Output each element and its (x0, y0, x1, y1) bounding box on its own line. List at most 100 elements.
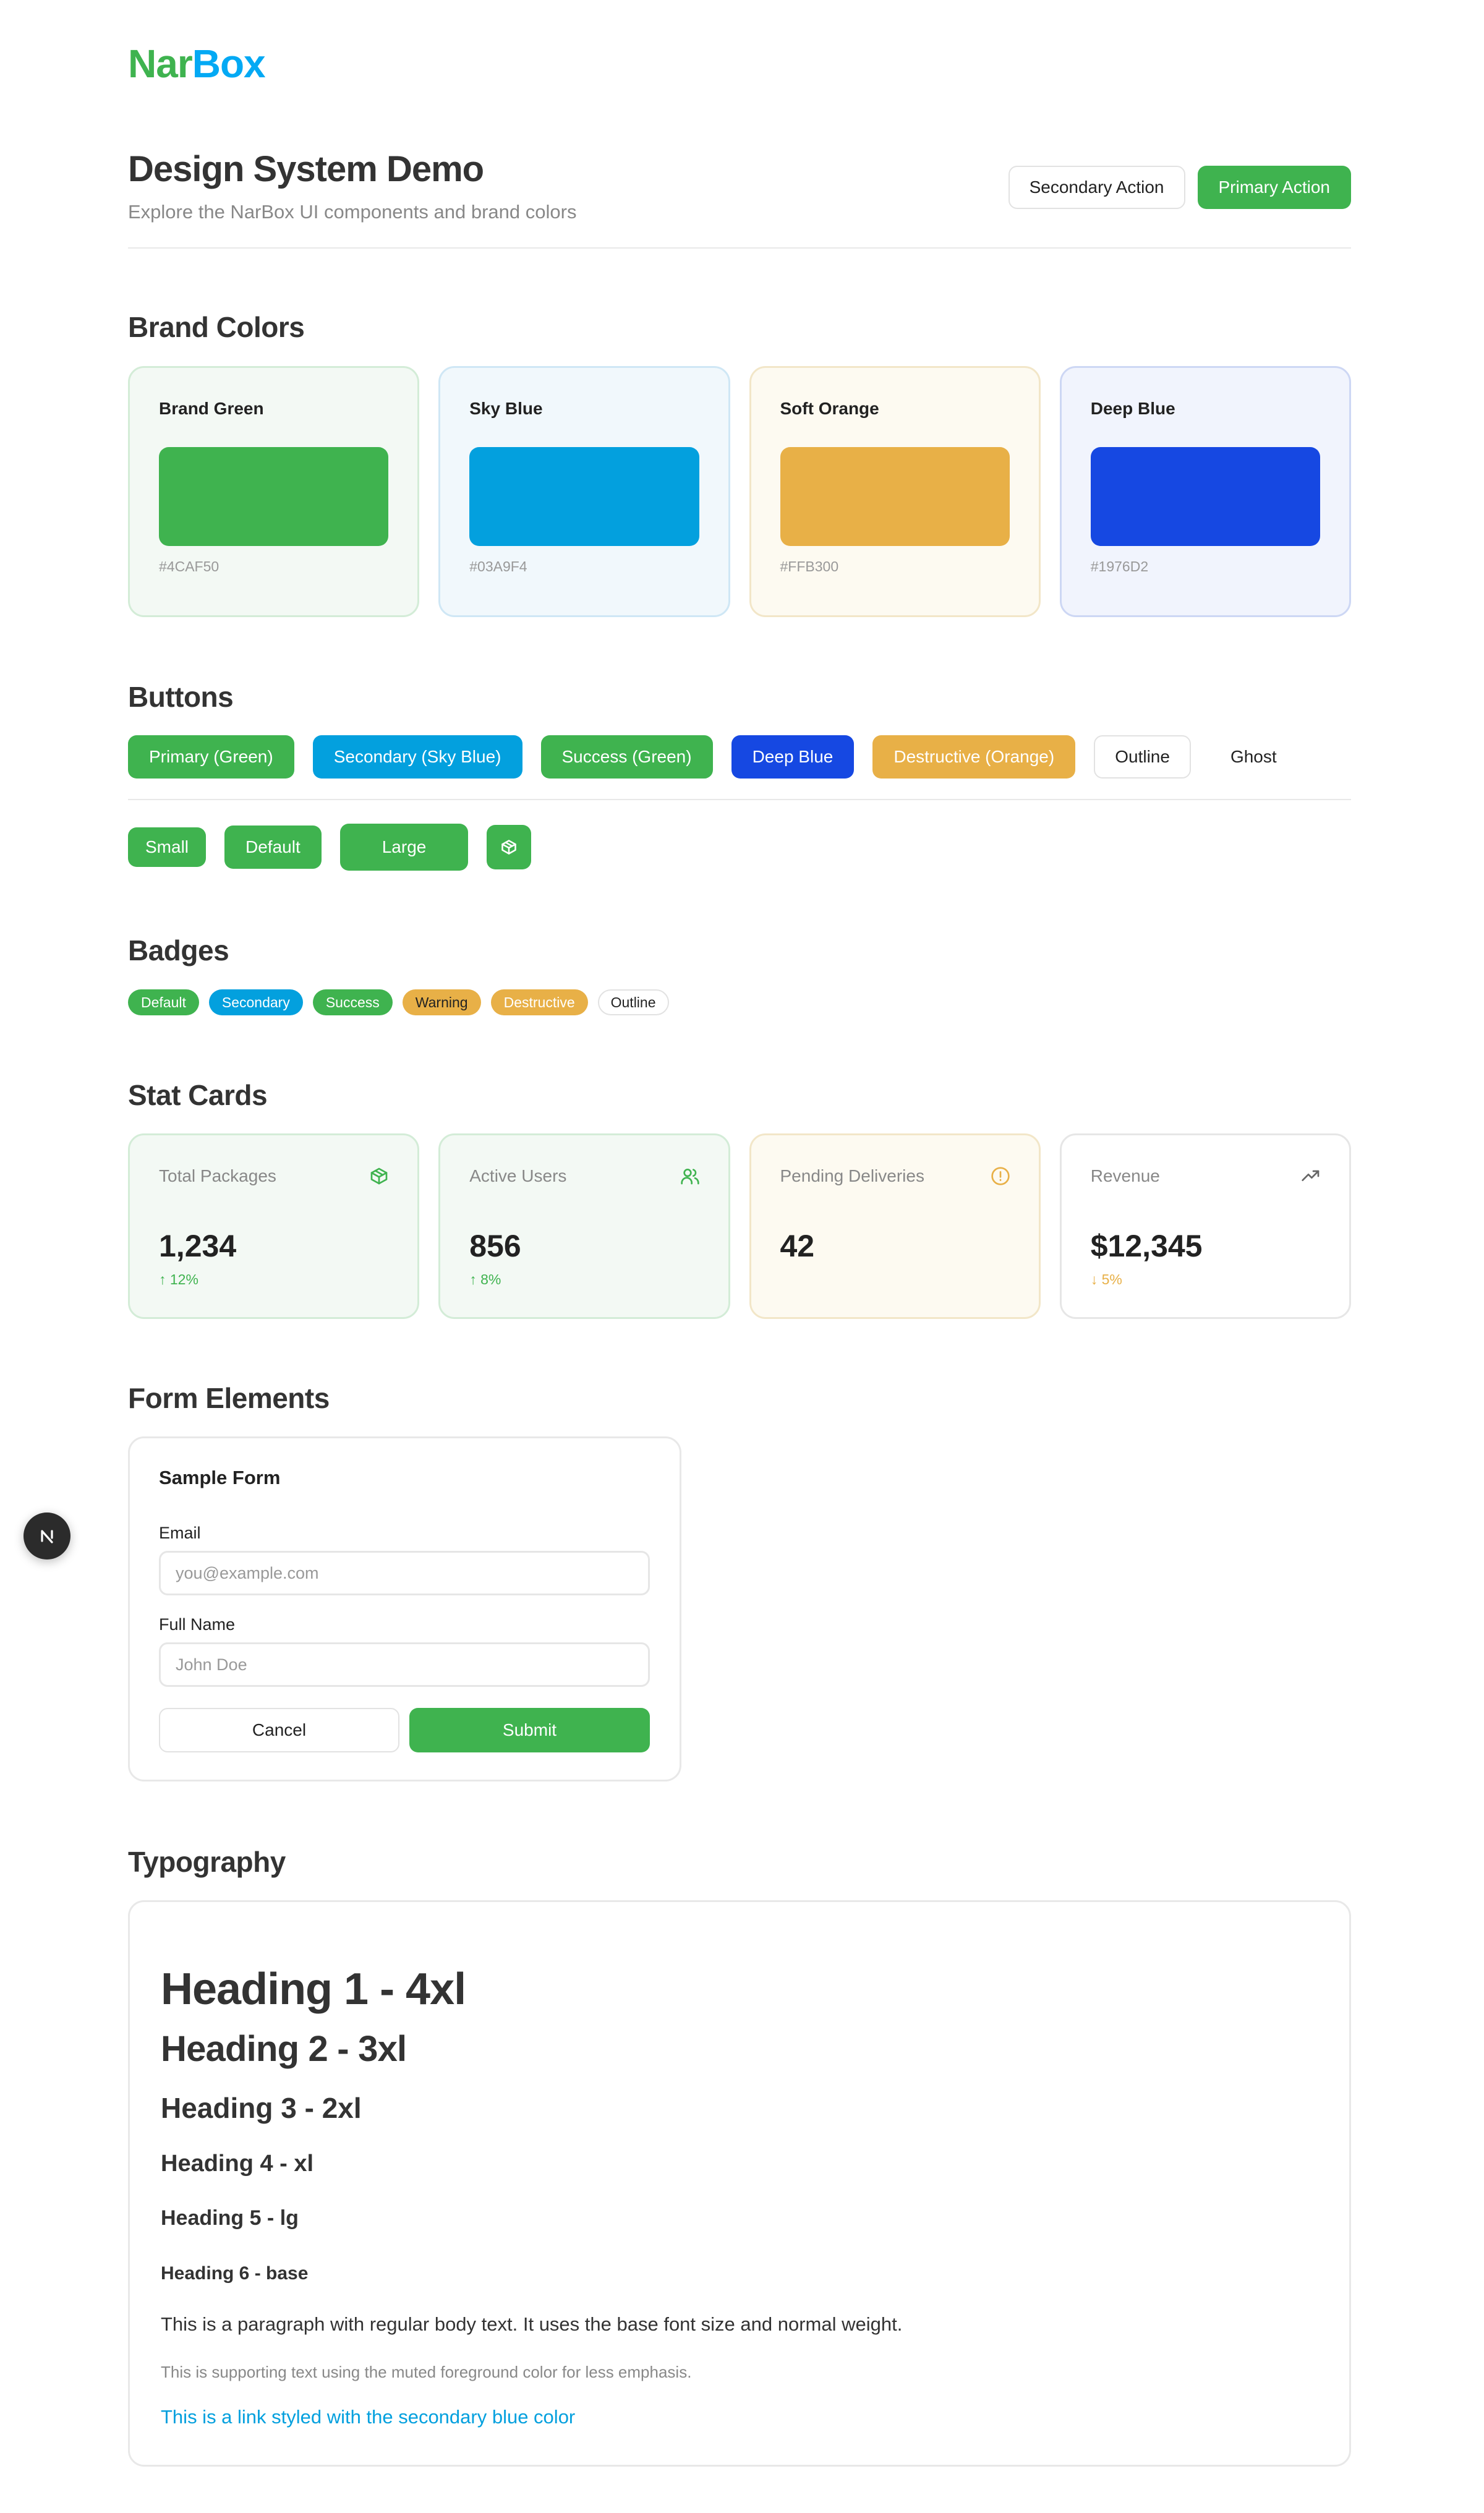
trending-up-icon (1302, 1170, 1320, 1181)
package-icon (370, 1167, 388, 1185)
badge-secondary: Secondary (208, 989, 303, 1015)
color-hex: #FFB300 (780, 558, 839, 574)
button-sizes-row: Small Default Large (128, 824, 532, 871)
stat-change-value: 5% (1101, 1271, 1122, 1287)
success-green-button[interactable]: Success (Green) (540, 735, 713, 779)
cancel-button[interactable]: Cancel (159, 1708, 399, 1752)
heading-5-sample: Heading 5 - lg (161, 2206, 299, 2230)
heading-2-sample: Heading 2 - 3xl (161, 2029, 407, 2069)
alert-circle-icon (991, 1167, 1010, 1185)
color-hex: #03A9F4 (469, 558, 527, 574)
stat-label: Total Packages (159, 1166, 276, 1185)
stat-value: 856 (469, 1229, 521, 1263)
stat-change: ↑ 12% (159, 1271, 198, 1288)
heading-3-sample: Heading 3 - 2xl (161, 2092, 362, 2124)
muted-text-sample: This is supporting text using the muted … (161, 2363, 692, 2381)
page-subtitle: Explore the NarBox UI components and bra… (128, 201, 577, 223)
color-card-soft-orange: Soft Orange #FFB300 (749, 366, 1041, 617)
badge-success: Success (312, 989, 393, 1015)
color-name: Deep Blue (1090, 399, 1175, 418)
deep-blue-button[interactable]: Deep Blue (731, 735, 855, 779)
color-hex: #1976D2 (1090, 558, 1149, 574)
stat-cards-grid: Total Packages 1,234 ↑ 12% Active Users … (128, 1133, 1351, 1319)
submit-button[interactable]: Submit (409, 1708, 650, 1752)
heading-4-sample: Heading 4 - xl (161, 2151, 314, 2177)
package-icon (501, 840, 517, 855)
color-card-brand-green: Brand Green #4CAF50 (128, 366, 420, 617)
stat-value: $12,345 (1090, 1229, 1203, 1263)
badge-outline: Outline (597, 989, 669, 1015)
stat-label: Revenue (1090, 1166, 1160, 1185)
color-name: Brand Green (159, 399, 264, 418)
buttons-divider (128, 799, 1351, 800)
form-title: Sample Form (159, 1467, 281, 1488)
color-swatch (1090, 447, 1320, 546)
button-variants-row: Primary (Green) Secondary (Sky Blue) Suc… (128, 735, 1298, 779)
logo-part-box: Box (192, 41, 266, 86)
body-text-sample: This is a paragraph with regular body te… (161, 2313, 903, 2335)
color-name: Soft Orange (780, 399, 879, 418)
small-button[interactable]: Small (128, 827, 207, 867)
header-divider (128, 247, 1351, 249)
large-button[interactable]: Large (339, 824, 469, 871)
typography-card: Heading 1 - 4xl Heading 2 - 3xl Heading … (128, 1900, 1351, 2467)
primary-action-button[interactable]: Primary Action (1197, 166, 1351, 209)
stat-value: 42 (780, 1229, 815, 1263)
buttons-heading: Buttons (128, 681, 234, 713)
stat-change: ↓ 5% (1091, 1271, 1122, 1288)
badge-destructive: Destructive (490, 989, 588, 1015)
stat-value: 1,234 (159, 1229, 237, 1263)
email-label: Email (159, 1524, 201, 1542)
brand-colors-grid: Brand Green #4CAF50 Sky Blue #03A9F4 Sof… (128, 366, 1351, 617)
secondary-sky-blue-button[interactable]: Secondary (Sky Blue) (312, 735, 522, 779)
users-icon (680, 1169, 699, 1185)
stat-label: Pending Deliveries (780, 1166, 924, 1185)
sample-link[interactable]: This is a link styled with the secondary… (161, 2406, 575, 2428)
stat-card-total-packages: Total Packages 1,234 ↑ 12% (128, 1133, 420, 1319)
next-logo-icon (41, 1530, 53, 1543)
color-name: Sky Blue (469, 399, 543, 418)
badge-default: Default (128, 989, 199, 1015)
arrow-up-icon: ↑ (469, 1271, 477, 1287)
page-title: Design System Demo (128, 149, 484, 189)
destructive-orange-button[interactable]: Destructive (Orange) (872, 735, 1076, 779)
heading-6-sample: Heading 6 - base (161, 2263, 309, 2284)
form-buttons: Cancel Submit (159, 1708, 650, 1752)
logo-part-nar: Nar (128, 41, 193, 86)
stat-cards-heading: Stat Cards (128, 1079, 268, 1111)
stat-change-value: 12% (169, 1271, 198, 1287)
color-card-deep-blue: Deep Blue #1976D2 (1059, 366, 1351, 617)
sample-form-card: Sample Form Email Full Name Cancel Submi… (128, 1436, 681, 1781)
heading-1-sample: Heading 1 - 4xl (161, 1965, 466, 2014)
badges-heading: Badges (128, 934, 229, 966)
full-name-field[interactable] (159, 1642, 650, 1687)
icon-button[interactable] (487, 825, 532, 869)
form-elements-heading: Form Elements (128, 1382, 330, 1414)
next-dev-tools-button[interactable] (23, 1512, 70, 1559)
full-name-label: Full Name (159, 1615, 236, 1634)
color-swatch (159, 447, 389, 546)
stat-card-revenue: Revenue $12,345 ↓ 5% (1059, 1133, 1351, 1319)
color-hex: #4CAF50 (159, 558, 220, 574)
arrow-up-icon: ↑ (159, 1271, 166, 1287)
arrow-down-icon: ↓ (1090, 1271, 1098, 1287)
color-card-sky-blue: Sky Blue #03A9F4 (438, 366, 730, 617)
header-actions: Secondary Action Primary Action (1008, 166, 1351, 209)
email-field[interactable] (159, 1551, 650, 1595)
secondary-action-button[interactable]: Secondary Action (1008, 166, 1185, 209)
stat-card-active-users: Active Users 856 ↑ 8% (438, 1133, 730, 1319)
stat-card-pending-deliveries: Pending Deliveries 42 (749, 1133, 1041, 1319)
badge-warning: Warning (402, 989, 481, 1015)
brand-colors-heading: Brand Colors (128, 311, 305, 343)
outline-button[interactable]: Outline (1094, 735, 1191, 779)
primary-green-button[interactable]: Primary (Green) (128, 735, 294, 779)
badges-row: Default Secondary Success Warning Destru… (128, 989, 669, 1015)
typography-heading: Typography (128, 1846, 286, 1878)
color-swatch (469, 447, 699, 546)
brand-logo[interactable]: NarBox (128, 41, 266, 87)
ghost-button[interactable]: Ghost (1209, 735, 1298, 779)
default-button[interactable]: Default (224, 826, 322, 869)
stat-change-value: 8% (480, 1271, 501, 1287)
stat-label: Active Users (469, 1166, 567, 1185)
color-swatch (780, 447, 1010, 546)
